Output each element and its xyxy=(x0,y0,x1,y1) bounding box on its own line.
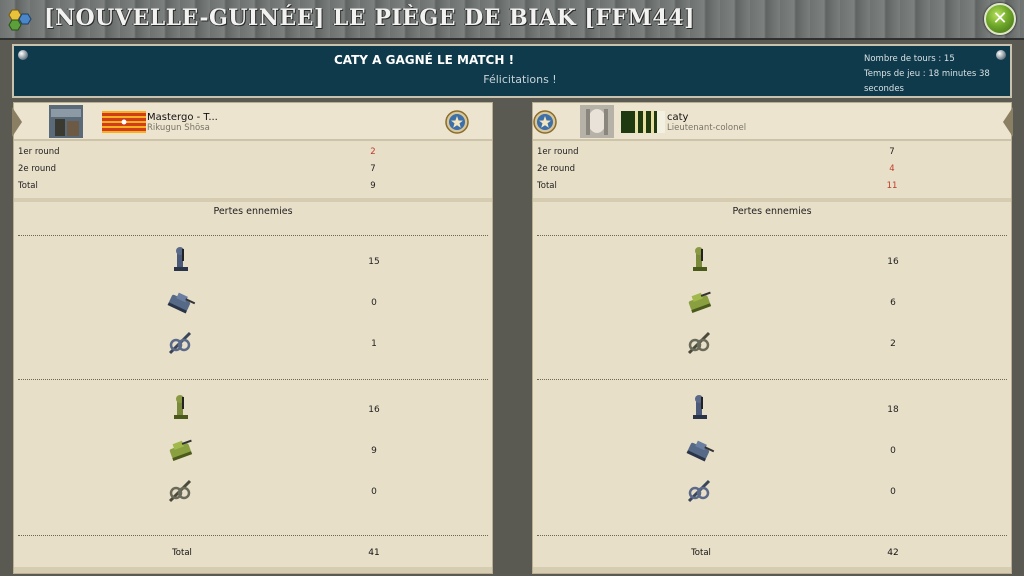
round-score: 2 xyxy=(370,147,376,157)
medal-icon xyxy=(445,110,469,134)
total-row: Total 42 xyxy=(533,541,1011,565)
loss-row: 2 xyxy=(533,327,1011,361)
round-row: Total 11 xyxy=(533,177,1011,194)
round-label: Total xyxy=(18,181,38,191)
loss-row: 9 xyxy=(14,434,492,468)
loss-count: 0 xyxy=(890,446,896,456)
divider xyxy=(14,567,492,573)
match-info: Nombre de tours : 15 Temps de jeu : 18 m… xyxy=(864,52,1004,97)
divider xyxy=(18,235,488,236)
loss-count: 1 xyxy=(371,339,377,349)
total-label: Total xyxy=(691,548,711,558)
allied-tank-icon xyxy=(688,291,712,313)
loss-count: 2 xyxy=(890,339,896,349)
player-panel-right: caty Lieutenant-colonel 1er round 7 2e r… xyxy=(532,102,1013,574)
play-time: Temps de jeu : 18 minutes 38 secondes xyxy=(864,69,990,94)
loss-row: 0 xyxy=(14,286,492,320)
rank-insignia-icon xyxy=(621,111,665,133)
allied-infantry-icon xyxy=(174,395,188,419)
axis-tank-icon xyxy=(686,440,715,462)
total-row: Total 41 xyxy=(14,541,492,565)
next-arrow-icon[interactable] xyxy=(1003,107,1013,137)
divider xyxy=(18,535,488,536)
total-value: 42 xyxy=(887,548,899,558)
loss-count: 16 xyxy=(368,405,380,415)
player-header: Mastergo - T... Rikugun Shōsa xyxy=(12,103,492,141)
round-label: 2e round xyxy=(537,164,576,174)
player-rank: Rikugun Shōsa xyxy=(147,123,210,133)
game-logo-icon xyxy=(8,9,32,31)
axis-artillery-icon xyxy=(687,479,711,503)
avatar xyxy=(580,105,614,138)
divider xyxy=(537,235,1007,236)
loss-row: 1 xyxy=(14,327,492,361)
axis-infantry-icon xyxy=(174,247,188,271)
loss-row: 0 xyxy=(14,475,492,509)
divider xyxy=(533,198,1011,202)
allied-infantry-icon xyxy=(693,247,707,271)
loss-count: 15 xyxy=(368,257,380,267)
loss-count: 16 xyxy=(887,257,899,267)
artillery-icon xyxy=(687,331,711,355)
round-label: 1er round xyxy=(537,147,579,157)
total-value: 41 xyxy=(368,548,380,558)
round-score: 4 xyxy=(889,164,895,174)
player-panel-left: Mastergo - T... Rikugun Shōsa 1er round … xyxy=(12,102,493,574)
loss-row: 18 xyxy=(533,393,1011,427)
window-title: [NOUVELLE-GUINÉE] LE PIÈGE DE BIAK [FFM4… xyxy=(44,5,695,31)
prev-arrow-icon[interactable] xyxy=(12,107,22,137)
round-label: Total xyxy=(537,181,557,191)
loss-row: 16 xyxy=(533,245,1011,279)
loss-row: 0 xyxy=(533,434,1011,468)
round-row: 2e round 4 xyxy=(533,160,1011,177)
loss-row: 15 xyxy=(14,245,492,279)
player-name: Mastergo - T... xyxy=(147,112,218,123)
round-label: 1er round xyxy=(18,147,60,157)
flag-icon xyxy=(102,111,146,133)
divider xyxy=(537,535,1007,536)
round-row: 2e round 7 xyxy=(14,160,492,177)
axis-artillery-icon xyxy=(168,331,192,355)
loss-row: 6 xyxy=(533,286,1011,320)
round-row: Total 9 xyxy=(14,177,492,194)
loss-count: 0 xyxy=(371,487,377,497)
round-score: 7 xyxy=(370,164,376,174)
avatar xyxy=(49,105,83,138)
round-scores: 1er round 7 2e round 4 Total 11 xyxy=(533,143,1011,194)
section-title: Pertes ennemies xyxy=(732,206,812,217)
loss-row: 0 xyxy=(533,475,1011,509)
round-score: 7 xyxy=(889,147,895,157)
loss-row: 16 xyxy=(14,393,492,427)
round-row: 1er round 2 xyxy=(14,143,492,160)
result-banner: CATY A GAGNÉ LE MATCH ! Félicitations ! … xyxy=(12,44,1012,98)
loss-count: 9 xyxy=(371,446,377,456)
divider xyxy=(537,379,1007,380)
section-title: Pertes ennemies xyxy=(213,206,293,217)
round-scores: 1er round 2 2e round 7 Total 9 xyxy=(14,143,492,194)
player-header: caty Lieutenant-colonel xyxy=(533,103,1013,141)
round-row: 1er round 7 xyxy=(533,143,1011,160)
divider xyxy=(14,198,492,202)
round-score: 9 xyxy=(370,181,376,191)
divider xyxy=(533,567,1011,573)
close-icon[interactable]: ✕ xyxy=(984,3,1016,35)
turn-count: Nombre de tours : 15 xyxy=(864,54,955,64)
player-rank: Lieutenant-colonel xyxy=(667,123,747,133)
allied-tank-icon xyxy=(169,439,193,461)
divider xyxy=(18,379,488,380)
total-label: Total xyxy=(172,548,192,558)
artillery-icon xyxy=(168,479,192,503)
medal-icon xyxy=(533,110,557,134)
axis-infantry-icon xyxy=(693,395,707,419)
axis-tank-icon xyxy=(167,292,196,314)
loss-count: 0 xyxy=(371,298,377,308)
title-bar: [NOUVELLE-GUINÉE] LE PIÈGE DE BIAK [FFM4… xyxy=(0,0,1024,40)
round-label: 2e round xyxy=(18,164,57,174)
winner-headline: CATY A GAGNÉ LE MATCH ! xyxy=(333,53,515,67)
loss-count: 6 xyxy=(890,298,896,308)
player-name: caty xyxy=(667,112,689,123)
loss-count: 18 xyxy=(887,405,899,415)
loss-count: 0 xyxy=(890,487,896,497)
round-score: 11 xyxy=(886,181,898,191)
